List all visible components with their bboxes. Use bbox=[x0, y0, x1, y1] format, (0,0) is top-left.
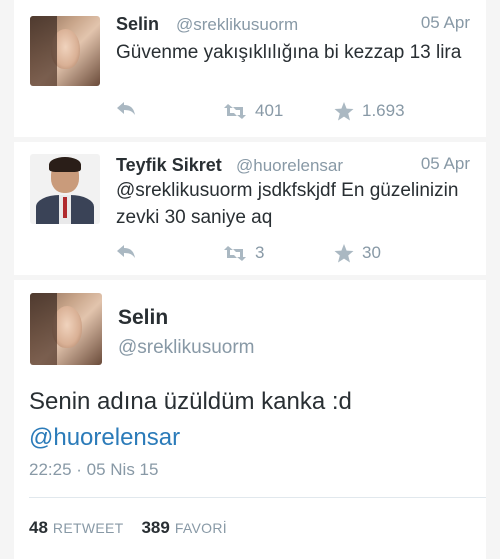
tweet-detail: Selin @sreklikusuorm Senin adına üzüldüm… bbox=[14, 280, 486, 559]
favorite-label[interactable]: FAVORİ bbox=[175, 520, 227, 536]
tweet-text: Güvenme yakışıklılığına bi kezzap 13 lir… bbox=[116, 42, 462, 63]
detail-author-handle[interactable]: @sreklikusuorm bbox=[118, 337, 254, 359]
reply-icon bbox=[117, 102, 135, 115]
tweet-selin[interactable]: Selin @sreklikusuorm 05 Apr Güvenme yakı… bbox=[14, 0, 486, 137]
avatar[interactable] bbox=[30, 293, 102, 365]
retweet-count: 401 bbox=[255, 101, 284, 120]
favorite-count: 30 bbox=[362, 243, 381, 262]
detail-timestamp: 22:25 · 05 Nis 15 bbox=[29, 460, 159, 479]
tweet-teyfik[interactable]: Teyfik Sikret @huorelensar 05 Apr @srekl… bbox=[14, 142, 486, 275]
reply-button[interactable] bbox=[116, 243, 136, 259]
favorite-star-icon bbox=[334, 101, 354, 120]
divider bbox=[29, 497, 486, 498]
favorite-button[interactable]: 1.693 bbox=[334, 101, 405, 121]
retweet-total[interactable]: 48 bbox=[29, 518, 48, 538]
engagement-stats: 48 RETWEET 389 FAVORİ bbox=[29, 518, 227, 538]
tweet-text: @sreklikusuorm jsdkfskjdf En güzelinizin… bbox=[116, 180, 459, 228]
retweet-button[interactable]: 401 bbox=[223, 101, 283, 121]
avatar[interactable] bbox=[30, 154, 100, 224]
detail-tweet-text: Senin adına üzüldüm kanka :d bbox=[29, 388, 352, 415]
retweet-icon bbox=[224, 245, 246, 261]
retweet-button[interactable]: 3 bbox=[223, 243, 264, 263]
reply-button[interactable] bbox=[116, 100, 136, 116]
reply-icon bbox=[117, 245, 135, 258]
tweet-author-name[interactable]: Teyfik Sikret bbox=[116, 155, 222, 176]
tweet-date: 05 Apr bbox=[420, 154, 470, 173]
avatar-tie bbox=[62, 197, 68, 219]
detail-author-name[interactable]: Selin bbox=[118, 306, 168, 330]
avatar-hair bbox=[48, 156, 82, 173]
tweet-date: 05 Apr bbox=[420, 13, 470, 32]
tweet-author-name[interactable]: Selin bbox=[116, 14, 159, 35]
tweet-author-handle[interactable]: @huorelensar bbox=[236, 156, 343, 176]
favorite-star-icon bbox=[334, 243, 354, 262]
retweet-count: 3 bbox=[255, 243, 265, 262]
favorite-total[interactable]: 389 bbox=[141, 518, 169, 538]
favorite-count: 1.693 bbox=[362, 101, 405, 120]
mention-link[interactable]: @huorelensar bbox=[29, 420, 180, 456]
avatar[interactable] bbox=[30, 16, 100, 86]
tweet-author-handle[interactable]: @sreklikusuorm bbox=[176, 15, 298, 35]
retweet-label[interactable]: RETWEET bbox=[53, 520, 124, 536]
retweet-icon bbox=[224, 103, 246, 119]
favorite-button[interactable]: 30 bbox=[334, 243, 381, 263]
